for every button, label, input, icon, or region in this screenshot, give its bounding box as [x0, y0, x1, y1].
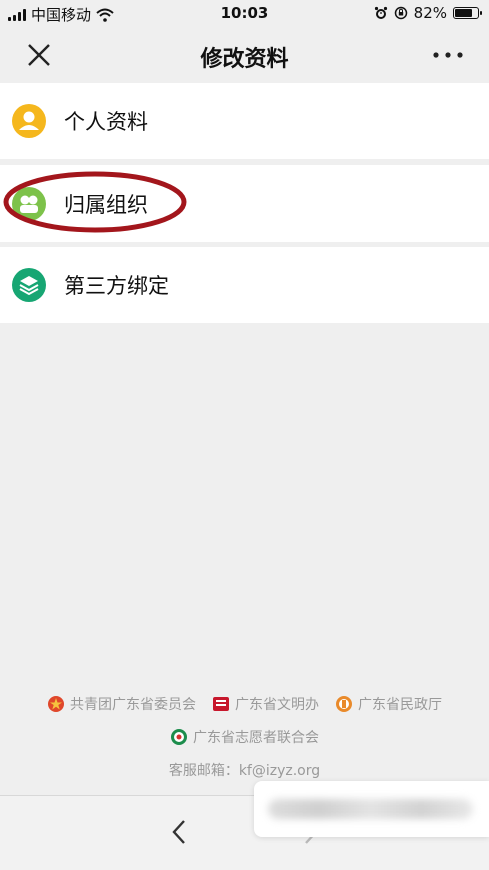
civilization-office-logo-icon [213, 697, 229, 711]
group-icon [12, 186, 46, 221]
volunteer-federation-logo-icon [171, 729, 187, 745]
blurred-content [268, 799, 473, 819]
layers-icon [12, 268, 46, 302]
alarm-icon [374, 6, 387, 19]
menu-item-organization[interactable]: 归属组织 [0, 165, 489, 242]
menu-item-third-party-binding[interactable]: 第三方绑定 [0, 247, 489, 323]
footer-org[interactable]: 广东省文明办 [212, 694, 319, 714]
back-arrow-icon[interactable] [168, 818, 190, 846]
navbar: 修改资料 [0, 28, 489, 82]
org-name: 广东省文明办 [235, 697, 319, 713]
youth-league-logo-icon [48, 696, 64, 712]
person-icon [12, 104, 46, 138]
org-name: 广东省志愿者联合会 [193, 730, 319, 746]
org-name: 共青团广东省委员会 [70, 697, 196, 713]
footer-org-row2[interactable]: 广东省志愿者联合会 [0, 727, 489, 747]
close-icon[interactable] [24, 40, 54, 70]
menu-item-label: 个人资料 [64, 110, 148, 134]
blurred-overlay-card [254, 781, 489, 837]
more-icon[interactable] [431, 40, 465, 70]
status-bar: 中国移动 10:03 82% [0, 0, 489, 28]
page-title: 修改资料 [200, 47, 289, 72]
menu-item-personal-info[interactable]: 个人资料 [0, 83, 489, 159]
status-right: 82% [374, 4, 482, 22]
org-name: 广东省民政厅 [358, 697, 442, 713]
footer-contact: 客服邮箱：kf@izyz.org [168, 763, 321, 779]
footer-org[interactable]: 共青团广东省委员会 [47, 694, 196, 714]
orientation-lock-icon [394, 6, 407, 20]
civil-affairs-logo-icon [336, 696, 352, 712]
battery-icon [453, 7, 482, 19]
footer-org[interactable]: 广东省民政厅 [335, 694, 442, 714]
menu-item-label: 归属组织 [64, 192, 148, 217]
battery-percent: 82% [413, 4, 447, 22]
footer-orgs: 共青团广东省委员会 广东省文明办 广东省民政厅 [0, 694, 489, 714]
menu-item-label: 第三方绑定 [64, 274, 169, 298]
